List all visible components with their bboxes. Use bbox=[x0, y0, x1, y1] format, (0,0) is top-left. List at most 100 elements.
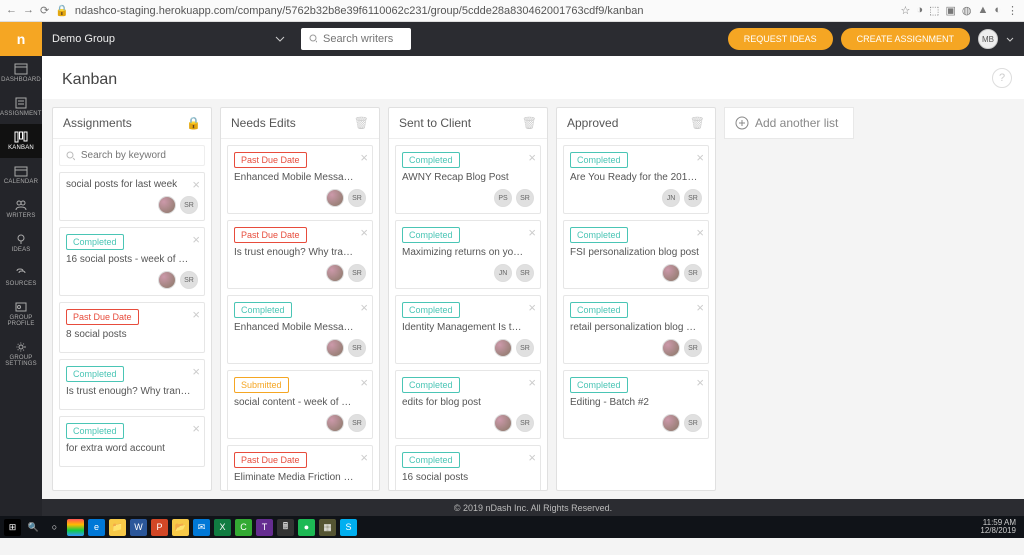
close-icon[interactable]: × bbox=[696, 300, 704, 315]
list-body[interactable]: ×social posts for last weekSR×Completed1… bbox=[53, 139, 211, 490]
ext-icon[interactable]: ◍ bbox=[962, 4, 972, 17]
list-body[interactable]: ×Past Due DateEnhanced Mobile Messa…SR ×P… bbox=[221, 139, 379, 490]
close-icon[interactable]: × bbox=[360, 450, 368, 465]
ext-icon[interactable]: ▲ bbox=[977, 4, 988, 17]
member-avatar[interactable]: SR bbox=[348, 339, 366, 357]
kanban-card[interactable]: ×CompletedMaximizing returns on yo…JNSR bbox=[395, 220, 541, 289]
skype-icon[interactable]: S bbox=[340, 519, 357, 536]
sidebar-item-kanban[interactable]: KANBAN bbox=[0, 124, 42, 158]
sidebar-item-sources[interactable]: SOURCES bbox=[0, 260, 42, 294]
request-ideas-button[interactable]: REQUEST IDEAS bbox=[728, 28, 833, 50]
spotify-icon[interactable]: ● bbox=[298, 519, 315, 536]
member-avatar[interactable]: SR bbox=[684, 189, 702, 207]
chrome-icon[interactable] bbox=[67, 519, 84, 536]
kanban-card[interactable]: ×Completedfor extra word account bbox=[59, 416, 205, 467]
list-search[interactable] bbox=[59, 145, 205, 166]
member-avatar[interactable]: SR bbox=[684, 414, 702, 432]
close-icon[interactable]: × bbox=[696, 150, 704, 165]
close-icon[interactable]: × bbox=[696, 225, 704, 240]
excel-icon[interactable]: X bbox=[214, 519, 231, 536]
kanban-card[interactable]: ×Past Due Date8 social posts bbox=[59, 302, 205, 353]
mail-icon[interactable]: ✉ bbox=[193, 519, 210, 536]
sidebar-item-writers[interactable]: WRITERS bbox=[0, 192, 42, 226]
close-icon[interactable]: × bbox=[696, 375, 704, 390]
back-icon[interactable]: ← bbox=[6, 4, 17, 17]
kanban-card[interactable]: ×Completed16 social posts bbox=[395, 445, 541, 490]
member-avatar[interactable] bbox=[494, 414, 512, 432]
search-input[interactable] bbox=[323, 33, 403, 45]
trash-icon[interactable]: 🗑 bbox=[354, 116, 369, 130]
member-avatar[interactable]: SR bbox=[516, 414, 534, 432]
chevron-down-icon[interactable] bbox=[1006, 37, 1014, 42]
logo[interactable]: n bbox=[0, 22, 42, 56]
sidebar-item-ideas[interactable]: IDEAS bbox=[0, 226, 42, 260]
files-icon[interactable]: 📁 bbox=[109, 519, 126, 536]
member-avatar[interactable] bbox=[158, 271, 176, 289]
help-icon[interactable]: ? bbox=[992, 68, 1012, 88]
member-avatar[interactable]: SR bbox=[516, 339, 534, 357]
member-avatar[interactable]: JN bbox=[662, 189, 680, 207]
member-avatar[interactable] bbox=[662, 264, 680, 282]
member-avatar[interactable]: SR bbox=[348, 264, 366, 282]
kanban-card[interactable]: ×Completededits for blog postSR bbox=[395, 370, 541, 439]
trash-icon[interactable]: 🗑 bbox=[690, 116, 705, 130]
member-avatar[interactable]: JN bbox=[494, 264, 512, 282]
member-avatar[interactable] bbox=[662, 414, 680, 432]
camtasia-icon[interactable]: C bbox=[235, 519, 252, 536]
folder-icon[interactable]: 📂 bbox=[172, 519, 189, 536]
sidebar-item-assignments[interactable]: ASSIGNMENTS bbox=[0, 90, 42, 124]
member-avatar[interactable] bbox=[326, 339, 344, 357]
member-avatar[interactable] bbox=[158, 196, 176, 214]
close-icon[interactable]: × bbox=[528, 375, 536, 390]
kanban-card[interactable]: ×CompletedAre You Ready for the 2019…JNS… bbox=[563, 145, 709, 214]
kanban-card[interactable]: ×Past Due DateEliminate Media Friction … bbox=[227, 445, 373, 490]
kanban-card[interactable]: ×CompletedIs trust enough? Why tran… bbox=[59, 359, 205, 410]
clock[interactable]: 11:59 AM 12/8/2019 bbox=[980, 519, 1020, 535]
kanban-card[interactable]: ×CompletedEditing - Batch #2SR bbox=[563, 370, 709, 439]
member-avatar[interactable]: SR bbox=[180, 271, 198, 289]
member-avatar[interactable]: SR bbox=[516, 189, 534, 207]
kanban-card[interactable]: ×Completedretail personalization blog …S… bbox=[563, 295, 709, 364]
reload-icon[interactable]: ⟳ bbox=[40, 4, 49, 17]
kanban-card[interactable]: ×Past Due DateEnhanced Mobile Messa…SR bbox=[227, 145, 373, 214]
kanban-card[interactable]: ×CompletedIdentity Management Is t…SR bbox=[395, 295, 541, 364]
sidebar-item-group-settings[interactable]: GROUP SETTINGS bbox=[0, 334, 42, 374]
list-search-input[interactable] bbox=[81, 150, 198, 161]
ext-icon[interactable]: ◑ bbox=[916, 4, 923, 17]
member-avatar[interactable]: SR bbox=[348, 189, 366, 207]
start-icon[interactable]: ⊞ bbox=[4, 519, 21, 536]
member-avatar[interactable] bbox=[662, 339, 680, 357]
member-avatar[interactable] bbox=[494, 339, 512, 357]
member-avatar[interactable]: SR bbox=[180, 196, 198, 214]
list-body[interactable]: ×CompletedAWNY Recap Blog PostPSSR×Compl… bbox=[389, 139, 547, 490]
kanban-card[interactable]: ×CompletedFSI personalization blog postS… bbox=[563, 220, 709, 289]
list-body[interactable]: ×CompletedAre You Ready for the 2019…JNS… bbox=[557, 139, 715, 490]
sidebar-item-calendar[interactable]: CALENDAR bbox=[0, 158, 42, 192]
forward-icon[interactable]: → bbox=[23, 4, 34, 17]
close-icon[interactable]: × bbox=[528, 450, 536, 465]
kanban-card[interactable]: ×Submittedsocial content - week of …SR bbox=[227, 370, 373, 439]
teams-icon[interactable]: T bbox=[256, 519, 273, 536]
word-icon[interactable]: W bbox=[130, 519, 147, 536]
add-list-button[interactable]: Add another list bbox=[724, 107, 854, 139]
user-avatar[interactable]: MB bbox=[978, 29, 998, 49]
search-writers[interactable] bbox=[301, 28, 411, 50]
menu-icon[interactable]: ⋮ bbox=[1007, 4, 1018, 17]
edge-icon[interactable]: e bbox=[88, 519, 105, 536]
profile-icon[interactable]: ◐ bbox=[994, 4, 1001, 17]
calc-icon[interactable]: 🖩 bbox=[277, 519, 294, 536]
close-icon[interactable]: × bbox=[192, 307, 200, 322]
member-avatar[interactable]: SR bbox=[516, 264, 534, 282]
cortana-icon[interactable]: ○ bbox=[46, 519, 63, 536]
kanban-card[interactable]: ×CompletedEnhanced Mobile Messa…SR bbox=[227, 295, 373, 364]
close-icon[interactable]: × bbox=[192, 421, 200, 436]
close-icon[interactable]: × bbox=[528, 225, 536, 240]
member-avatar[interactable]: PS bbox=[494, 189, 512, 207]
address-bar[interactable]: ndashco-staging.herokuapp.com/company/57… bbox=[75, 5, 895, 17]
trash-icon[interactable]: 🗑 bbox=[522, 116, 537, 130]
close-icon[interactable]: × bbox=[192, 232, 200, 247]
ppt-icon[interactable]: P bbox=[151, 519, 168, 536]
close-icon[interactable]: × bbox=[360, 375, 368, 390]
search-icon[interactable]: 🔍 bbox=[25, 519, 42, 536]
kanban-card[interactable]: ×CompletedAWNY Recap Blog PostPSSR bbox=[395, 145, 541, 214]
